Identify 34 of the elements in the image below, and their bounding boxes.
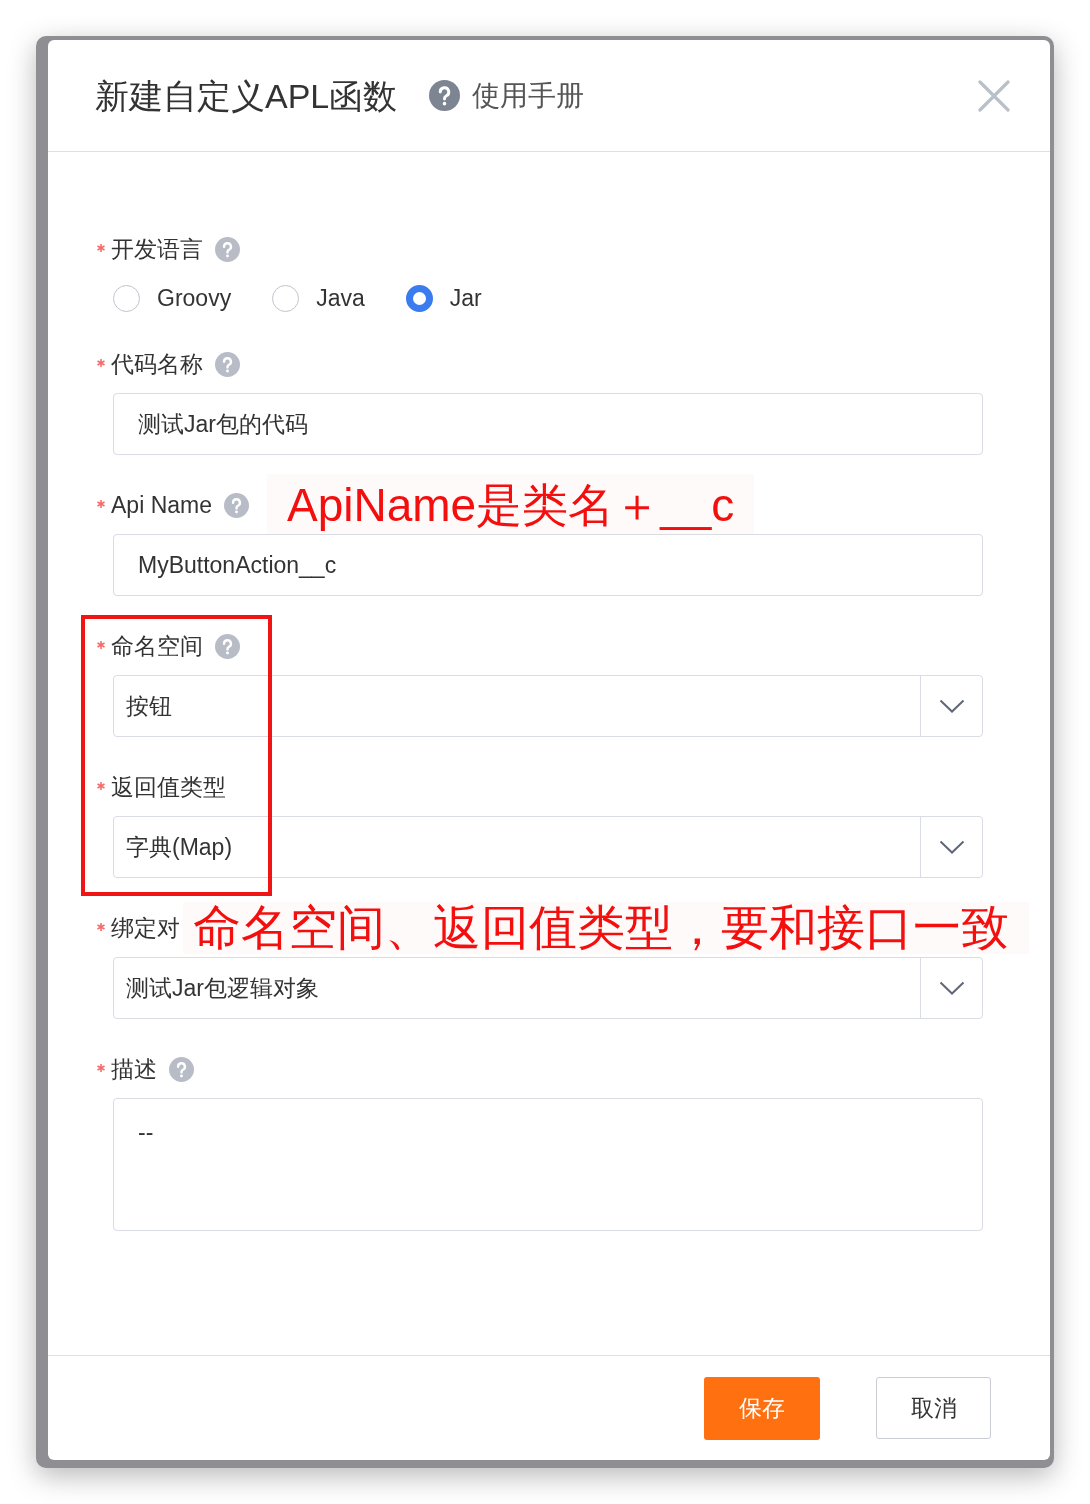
text-input-field[interactable]: 测试Jar包的代码	[113, 393, 983, 455]
help-icon[interactable]	[224, 492, 249, 518]
field-label: 返回值类型	[111, 775, 226, 799]
chevron-down-icon[interactable]	[938, 699, 965, 713]
help-icon[interactable]	[429, 80, 461, 111]
radio-button[interactable]	[272, 284, 300, 312]
chevron-down-icon[interactable]	[938, 840, 965, 854]
radio-label[interactable]: Java	[316, 286, 365, 310]
close-icon[interactable]	[978, 79, 1010, 112]
field-label: 开发语言	[111, 237, 203, 261]
dropdown-field[interactable]: 字典(Map)	[113, 816, 983, 878]
field-label: 代码名称	[111, 352, 203, 376]
radio-label[interactable]: Groovy	[157, 286, 232, 310]
field-label: 命名空间	[111, 634, 203, 658]
radio-button[interactable]	[405, 284, 433, 312]
radio-label[interactable]: Jar	[449, 286, 482, 310]
radio-button[interactable]	[113, 284, 140, 312]
text-area-field[interactable]: --	[113, 1098, 983, 1231]
field-label: 描述	[111, 1057, 157, 1081]
help-icon[interactable]	[215, 351, 240, 377]
field-label: 绑定对	[111, 916, 180, 940]
user-manual-link[interactable]: 使用手册	[472, 81, 585, 110]
dropdown-field[interactable]: 测试Jar包逻辑对象	[113, 957, 983, 1019]
help-icon[interactable]	[215, 236, 240, 262]
annotation-text: ApiName是类名＋__c	[267, 474, 755, 536]
annotation-text: 命名空间、返回值类型，要和接口一致	[183, 902, 1029, 954]
dialog-title: 新建自定义APL函数	[95, 78, 398, 113]
dropdown-field[interactable]: 按钮	[113, 675, 983, 737]
chevron-down-icon[interactable]	[938, 981, 965, 995]
help-icon[interactable]	[169, 1056, 194, 1082]
cancel-button[interactable]: 取消	[876, 1377, 991, 1439]
text-input-field[interactable]: MyButtonAction__c	[113, 534, 983, 596]
help-icon[interactable]	[215, 633, 240, 659]
field-label: Api Name	[111, 493, 212, 517]
